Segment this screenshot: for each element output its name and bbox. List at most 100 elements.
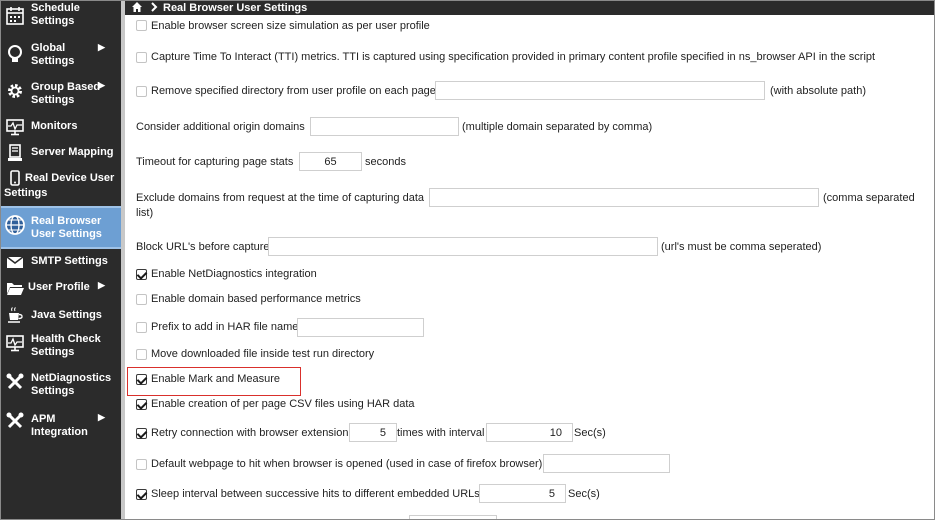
label-line-1: Global <box>31 42 66 54</box>
heartbeat-monitor-icon <box>4 332 26 354</box>
mark-measure-label: Enable Mark and Measure <box>151 373 281 385</box>
sidebar-item-netdiagnostics-settings[interactable]: NetDiagnostics Settings <box>1 368 121 404</box>
timeout-input[interactable] <box>299 152 362 171</box>
sidebar-item-label: User Profile <box>28 281 90 294</box>
label-line-1: Real Device User <box>25 172 115 184</box>
retry-interval-input[interactable] <box>486 423 573 442</box>
label-line-2: Integration <box>31 426 88 438</box>
label-line-1: NetDiagnostics <box>31 372 112 384</box>
retry-connection-checkbox[interactable] <box>136 428 147 439</box>
sleep-interval-checkbox[interactable] <box>136 489 147 500</box>
partial-input[interactable] <box>409 515 497 519</box>
default-webpage-input[interactable] <box>543 454 670 473</box>
sleep-interval-label: Sleep interval between successive hits t… <box>151 488 480 500</box>
har-prefix-input[interactable] <box>297 318 424 337</box>
label-line-1: Monitors <box>31 120 78 132</box>
sidebar-item-health-check-settings[interactable]: Health Check Settings <box>1 329 121 365</box>
csv-files-checkbox[interactable] <box>136 399 147 410</box>
folder-open-icon <box>4 277 26 299</box>
settings-form: Enable browser screen size simulation as… <box>125 15 934 519</box>
tti-metrics-label: Capture Time To Interact (TTI) metrics. … <box>151 51 876 63</box>
remove-directory-label: Remove specified directory from user pro… <box>151 85 436 97</box>
exclude-domains-hint-wrap: list) <box>136 207 154 219</box>
chevron-right-icon: ▶ <box>98 42 105 52</box>
sidebar-item-label: Group Based Settings <box>31 81 100 107</box>
domain-performance-checkbox[interactable] <box>136 294 147 305</box>
retry-times-input[interactable] <box>349 423 397 442</box>
app-frame: Schedule Settings Global Settings ▶ Group … <box>0 0 935 520</box>
har-prefix-checkbox[interactable] <box>136 322 147 333</box>
sidebar-item-label: Schedule Settings <box>31 2 80 28</box>
sidebar-item-group-based-settings[interactable]: Group Based Settings ▶ <box>1 75 121 113</box>
remove-directory-input[interactable] <box>435 81 765 100</box>
sidebar-item-real-browser-user-settings[interactable]: Real Browser User Settings <box>1 206 121 249</box>
page-title: Real Browser User Settings <box>163 2 308 14</box>
sidebar-item-real-device-user-settings[interactable]: Real Device User Settings <box>1 167 121 205</box>
domain-performance-label: Enable domain based performance metrics <box>151 293 361 305</box>
retry-interval-unit: Sec(s) <box>574 427 606 439</box>
sleep-interval-input[interactable] <box>479 484 566 503</box>
exclude-domains-input[interactable] <box>429 188 819 207</box>
har-prefix-label: Prefix to add in HAR file name <box>151 321 299 333</box>
label-line-2: Settings <box>31 15 75 27</box>
label-line-1: Real Browser <box>31 215 102 227</box>
label-line-2: Settings <box>31 385 75 397</box>
screen-size-simulation-label: Enable browser screen size simulation as… <box>151 20 430 32</box>
sidebar-item-label: NetDiagnostics Settings <box>31 372 111 398</box>
sidebar-item-monitors[interactable]: Monitors <box>1 115 121 139</box>
default-webpage-checkbox[interactable] <box>136 459 147 470</box>
tools-icon <box>4 410 26 432</box>
move-download-label: Move downloaded file inside test run dir… <box>151 348 375 360</box>
sidebar-item-user-profile[interactable]: User Profile ▶ <box>1 276 121 300</box>
label-line-1: Group Based <box>31 81 101 93</box>
mark-measure-checkbox[interactable] <box>136 374 147 385</box>
block-urls-hint: (url's must be comma seperated) <box>661 241 822 253</box>
default-webpage-label: Default webpage to hit when browser is o… <box>151 458 543 470</box>
globe-icon <box>4 214 26 236</box>
label-line-2: Settings <box>4 187 48 199</box>
coffee-cup-icon <box>4 304 26 326</box>
sidebar-item-label: APM Integration <box>31 413 88 439</box>
chevron-right-icon: ▶ <box>98 280 105 290</box>
move-download-checkbox[interactable] <box>136 349 147 360</box>
retry-connection-label: Retry connection with browser extension <box>151 427 349 439</box>
label-line-1: Server Mapping <box>31 146 114 158</box>
label-line-2: User Settings <box>31 228 102 240</box>
remove-directory-checkbox[interactable] <box>136 86 147 97</box>
timeout-label: Timeout for capturing page stats <box>136 156 294 168</box>
csv-files-label: Enable creation of per page CSV files us… <box>151 398 415 410</box>
sidebar-item-label: Global Settings <box>31 42 74 68</box>
sidebar-item-server-mapping[interactable]: Server Mapping <box>1 141 121 165</box>
label-line-1: Schedule <box>31 2 80 14</box>
sidebar-item-schedule-settings[interactable]: Schedule Settings <box>1 1 121 35</box>
envelope-icon <box>4 251 26 273</box>
label-line-1: SMTP Settings <box>31 255 108 267</box>
sidebar-item-label: SMTP Settings <box>31 255 108 268</box>
sidebar-item-label: Server Mapping <box>31 146 114 159</box>
sidebar-item-java-settings[interactable]: Java Settings <box>1 303 121 327</box>
gear-icon <box>4 80 26 102</box>
label-line-2: Settings <box>31 94 75 106</box>
sidebar-item-global-settings[interactable]: Global Settings ▶ <box>1 37 121 73</box>
exclude-domains-hint: (comma separated <box>823 192 915 204</box>
block-urls-label: Block URL's before capture <box>136 241 270 253</box>
timeout-unit: seconds <box>365 156 406 168</box>
label-line-1: User Profile <box>28 281 90 293</box>
sidebar-item-label: Settings <box>4 187 47 200</box>
netdiagnostics-checkbox[interactable] <box>136 269 147 280</box>
home-icon[interactable] <box>131 1 143 16</box>
remove-directory-hint: (with absolute path) <box>770 85 866 97</box>
chevron-right-icon: ▶ <box>98 412 105 422</box>
label-line-1: APM <box>31 413 56 425</box>
calendar-icon <box>4 5 26 27</box>
label-line-2: Settings <box>31 55 75 67</box>
sidebar-item-smtp-settings[interactable]: SMTP Settings <box>1 250 121 274</box>
retry-times-label: times with interval <box>397 427 485 439</box>
screen-size-simulation-checkbox[interactable] <box>136 20 147 31</box>
tti-metrics-checkbox[interactable] <box>136 52 147 63</box>
sidebar-item-apm-integration[interactable]: APM Integration ▶ <box>1 407 121 443</box>
origin-domains-input[interactable] <box>310 117 459 136</box>
sidebar-item-label: Java Settings <box>31 309 102 322</box>
block-urls-input[interactable] <box>268 237 658 256</box>
netdiagnostics-label: Enable NetDiagnostics integration <box>151 268 317 280</box>
